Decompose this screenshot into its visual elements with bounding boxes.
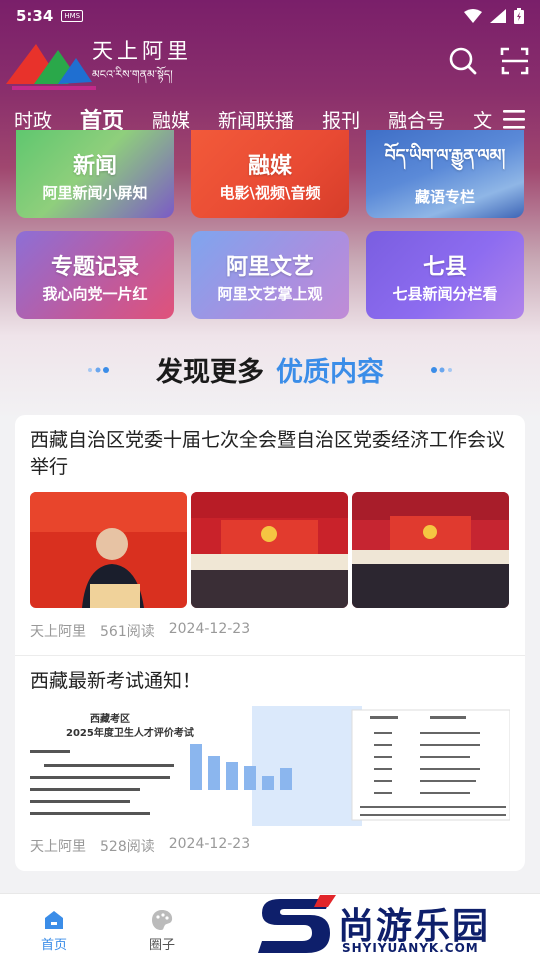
- status-bar: 5:34 HMS: [0, 0, 540, 32]
- battery-icon: [514, 8, 524, 24]
- logo-subtitle: མངའ་རིས་གནམ་སྟོད།: [92, 68, 173, 81]
- discover-highlight: 优质内容: [276, 356, 384, 388]
- grid-card-topics[interactable]: 专题记录 我心向党一片红: [16, 231, 174, 319]
- tab-news-broadcast[interactable]: 新闻联播: [204, 106, 308, 133]
- grid-card-subtitle: 电影\视频\音频: [219, 184, 321, 202]
- wifi-icon: [464, 9, 482, 23]
- bottom-tab-home[interactable]: 首页: [19, 908, 89, 953]
- grid-card-title: 阿里文艺: [225, 255, 314, 280]
- bottom-tab-label: 首页: [40, 938, 67, 953]
- tab-fusion[interactable]: 融合号: [374, 106, 459, 133]
- grid-card-title: 七县: [422, 255, 467, 280]
- grid-card-subtitle: 阿里文艺掌上观: [217, 285, 323, 303]
- bottom-tab-circle[interactable]: 圈子: [127, 908, 197, 953]
- discover-heading: 发现更多 优质内容: [0, 346, 540, 392]
- news-thumbnail: [191, 492, 348, 608]
- status-time: 5:34: [16, 7, 54, 25]
- grid-card-counties[interactable]: 七县 七县新闻分栏看: [366, 231, 524, 319]
- tab-media[interactable]: 融媒: [138, 106, 204, 133]
- news-reads: 528阅读: [100, 839, 155, 855]
- grid-card-title: 融媒: [247, 154, 292, 179]
- hamburger-icon[interactable]: [500, 106, 528, 132]
- app-header: 天上阿里 མངའ་རིས་གནམ་སྟོད།: [0, 32, 540, 94]
- news-date: 2024-12-23: [168, 621, 251, 637]
- logo-title: 天上阿里: [92, 39, 192, 63]
- grid-card-subtitle: 七县新闻分栏看: [392, 285, 498, 303]
- sim-badge: HMS: [61, 10, 84, 22]
- news-thumbnail: [30, 492, 187, 608]
- news-card[interactable]: 西藏最新考试通知！ 西藏考区 2025年度卫生人才评价考试 天上阿里 528阅读…: [15, 656, 525, 871]
- news-title: 西藏自治区党委十届七次全会暨自治区党委经济工作会议举行: [30, 429, 506, 478]
- watermark: 尚游乐园 SHYIYUANYK.COM: [258, 893, 540, 960]
- grid-card-tibetan[interactable]: བོད་ཡིག་ལ་རྒྱུན་ལམ། 藏语专栏: [366, 130, 524, 218]
- scan-icon[interactable]: [500, 46, 530, 76]
- watermark-logo-icon: [258, 895, 336, 953]
- tab-politics[interactable]: 时政: [0, 106, 66, 133]
- document-illustration: [30, 706, 510, 826]
- grid-card-news[interactable]: 新闻 阿里新闻小屏知: [16, 130, 174, 218]
- grid-card-title: 新闻: [72, 154, 117, 179]
- news-document-image: 西藏考区 2025年度卫生人才评价考试: [30, 706, 510, 826]
- grid-card-arts[interactable]: 阿里文艺 阿里文艺掌上观: [191, 231, 349, 319]
- news-date: 2024-12-23: [168, 836, 251, 852]
- grid-card-subtitle: 阿里新闻小屏知: [42, 184, 148, 202]
- watermark-url: SHYIYUANYK.COM: [342, 941, 479, 955]
- news-source: 天上阿里: [30, 624, 86, 640]
- grid-card-subtitle: 藏语专栏: [414, 188, 475, 206]
- news-title: 西藏最新考试通知！: [30, 670, 202, 692]
- circle-icon: [152, 910, 173, 930]
- discover-text: 发现更多: [156, 356, 264, 388]
- news-reads: 561阅读: [100, 624, 155, 640]
- news-meta: 天上阿里 528阅读 2024-12-23: [30, 836, 250, 856]
- home-icon: [45, 911, 63, 929]
- bottom-tab-label: 圈子: [148, 938, 175, 953]
- grid-card-title: བོད་ཡིག་ལ་རྒྱུན་ལམ།: [384, 146, 506, 166]
- signal-icon: [490, 9, 506, 23]
- status-icons: [464, 8, 524, 24]
- news-meta: 天上阿里 561阅读 2024-12-23: [30, 621, 250, 641]
- news-thumbnail: [352, 492, 509, 608]
- grid-card-media[interactable]: 融媒 电影\视频\音频: [191, 130, 349, 218]
- tab-newspaper[interactable]: 报刊: [308, 106, 374, 133]
- search-icon[interactable]: [448, 46, 478, 76]
- grid-card-subtitle: 我心向党一片红: [42, 285, 148, 303]
- grid-card-title: 专题记录: [50, 255, 139, 280]
- news-card[interactable]: 西藏自治区党委十届七次全会暨自治区党委经济工作会议举行 天上阿里 561阅读 2…: [15, 415, 525, 655]
- decor-dots-icon: [431, 367, 452, 373]
- news-source: 天上阿里: [30, 839, 86, 855]
